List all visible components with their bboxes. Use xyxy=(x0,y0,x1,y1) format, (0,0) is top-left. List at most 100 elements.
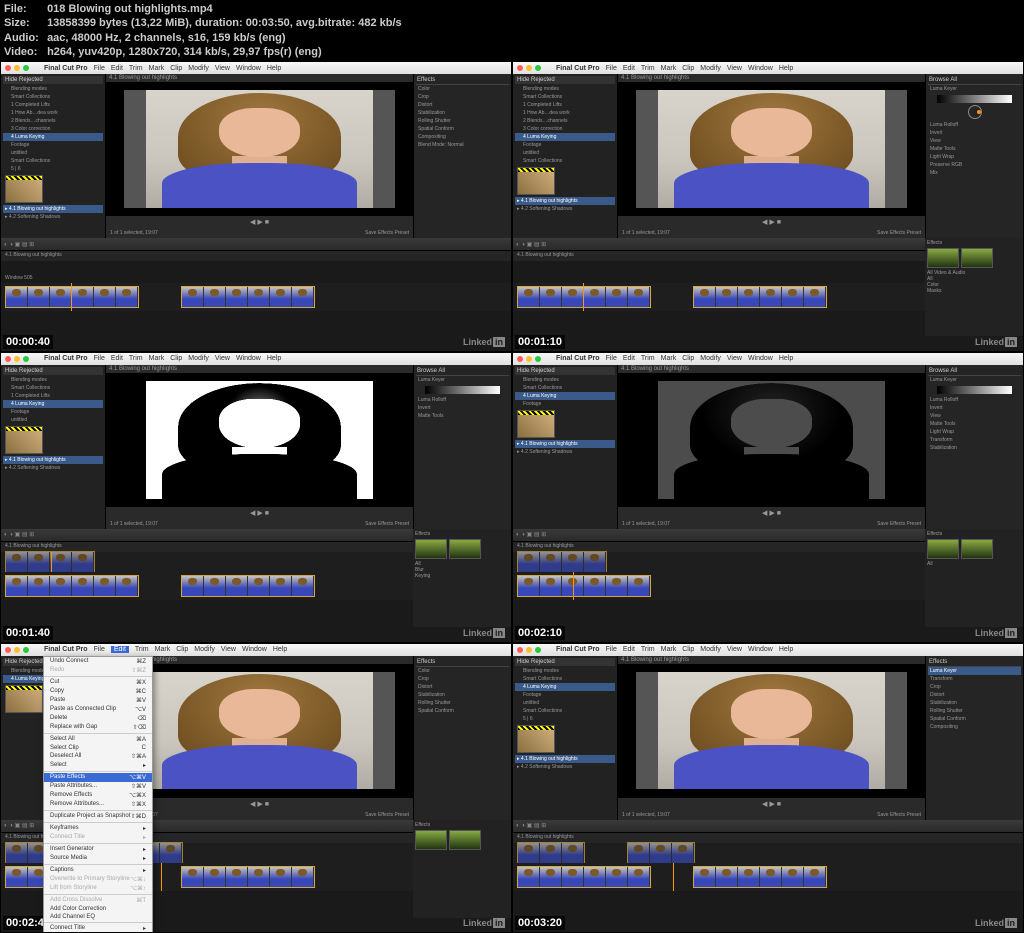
menu-item: Redo⇧⌘Z xyxy=(44,666,152,675)
menu-item[interactable]: Select All⌘A xyxy=(44,735,152,744)
menu-item[interactable]: Captions▸ xyxy=(44,866,152,875)
sidebar-item[interactable]: 1 How Ab…dea work xyxy=(3,109,103,117)
sidebar-item[interactable]: 1 Completed Lifts xyxy=(3,101,103,109)
sidebar-item[interactable]: Blending modes xyxy=(3,85,103,93)
sidebar-item-selected[interactable]: 4 Luma Keying xyxy=(3,133,103,141)
menu-mark[interactable]: Mark xyxy=(149,65,165,72)
frame-6: Final Cut Pro FileEditTrimMarkClipModify… xyxy=(512,643,1024,933)
menu-file[interactable]: File xyxy=(94,65,105,72)
menu-item[interactable]: Insert Generator▸ xyxy=(44,845,152,854)
playhead[interactable] xyxy=(573,572,574,600)
effect-thumb[interactable] xyxy=(961,248,993,268)
viewer-controls[interactable]: ◀ ▶ ■ xyxy=(106,216,413,228)
menu-item: Overwrite to Primary Storyline⌥⌘↓ xyxy=(44,875,152,884)
effects-browser: Effects All Video & Audio All Color Mask… xyxy=(925,238,1023,336)
menu-item[interactable]: Remove Attributes...⇧⌘X xyxy=(44,800,152,809)
timestamp: 00:01:10 xyxy=(515,335,565,349)
video-frame-keyed xyxy=(124,381,394,499)
menu-item[interactable]: Paste as Connected Clip⌥V xyxy=(44,705,152,714)
luma-gradient[interactable] xyxy=(425,386,499,394)
menu-item[interactable]: Duplicate Project as Snapshot⇧⌘D xyxy=(44,812,152,821)
viewer-canvas[interactable] xyxy=(106,82,413,216)
menu-item[interactable]: Replace with Gap⇧⌫ xyxy=(44,723,152,732)
inspector: Browse All Luma Keyer Luma Rolloff Inver… xyxy=(925,74,1023,238)
menu-item[interactable]: Add Color Correction xyxy=(44,905,152,913)
effect-thumb[interactable] xyxy=(927,248,959,268)
inspector-item[interactable]: Crop xyxy=(416,93,509,101)
viewer-title: 4.1 Blowing out highlights xyxy=(109,75,177,81)
playhead[interactable] xyxy=(673,863,674,891)
menu-edit-open[interactable]: Edit xyxy=(111,646,129,653)
menu-clip[interactable]: Clip xyxy=(170,65,182,72)
inspector-header: Effects xyxy=(416,76,509,85)
track-label: Window 505 xyxy=(5,275,33,281)
save-preset-button[interactable]: Save Effects Preset xyxy=(365,230,409,236)
viewer: 4.1 Blowing out highlights ◀ ▶ ■ 1 of 1 … xyxy=(618,74,925,238)
menu-help[interactable]: Help xyxy=(267,65,281,72)
clip-strip[interactable] xyxy=(181,286,315,308)
frame-4: Final Cut Pro FileEditTrimMarkClipModify… xyxy=(512,352,1024,643)
clip-row[interactable]: ▸ 4.1 Blowing out highlights xyxy=(3,205,103,213)
playhead[interactable] xyxy=(161,863,162,891)
menu-item[interactable]: Paste Effects⌥⌘V xyxy=(44,773,152,782)
playhead[interactable] xyxy=(583,283,584,311)
timeline[interactable]: 4.1 Blowing out highlights Window 505 xyxy=(1,250,511,350)
menu-item[interactable]: Paste Attributes...⇧⌘V xyxy=(44,782,152,791)
menu-item[interactable]: Paste⌘V xyxy=(44,696,152,705)
menu-item[interactable]: Copy⌘C xyxy=(44,687,152,696)
menu-item[interactable]: Add Channel EQ xyxy=(44,913,152,921)
sidebar-item[interactable]: Smart Collections xyxy=(3,93,103,101)
luma-keyer-label[interactable]: Luma Keyer xyxy=(928,85,1021,93)
menu-item[interactable]: Remove Effects⌥⌘X xyxy=(44,791,152,800)
sidebar-item[interactable]: Smart Collections xyxy=(3,157,103,165)
menu-item[interactable]: Source Media▸ xyxy=(44,854,152,863)
video-frame-matte xyxy=(636,381,906,499)
timeline-header: 4.1 Blowing out highlights xyxy=(1,251,511,261)
clip-thumbnail[interactable] xyxy=(5,175,43,203)
inspector-item[interactable]: Color xyxy=(416,85,509,93)
playhead[interactable] xyxy=(51,552,52,572)
inspector-item[interactable]: Spatial Conform xyxy=(416,125,509,133)
menu-item[interactable]: Select▸ xyxy=(44,761,152,770)
playhead[interactable] xyxy=(71,283,72,311)
menu-item: Lift from Storyline⌥⌘↑ xyxy=(44,884,152,893)
menu-item[interactable]: Deselect All⇧⌘A xyxy=(44,752,152,761)
menu-window[interactable]: Window xyxy=(236,65,261,72)
app-name: Final Cut Pro xyxy=(556,65,600,72)
menu-modify[interactable]: Modify xyxy=(188,65,209,72)
luma-gradient[interactable] xyxy=(937,95,1011,103)
menu-view[interactable]: View xyxy=(215,65,230,72)
luma-keyer-selected[interactable]: Luma Keyer xyxy=(928,667,1021,675)
thumbnail-grid: Final Cut Pro File Edit Trim Mark Clip M… xyxy=(0,61,1024,933)
inspector-item[interactable]: Distort xyxy=(416,101,509,109)
inspector-item[interactable]: Stabilization xyxy=(416,109,509,117)
clip-strip[interactable] xyxy=(5,286,139,308)
menu-item[interactable]: Select ClipC xyxy=(44,744,152,752)
sidebar-item[interactable]: 5 | 6 xyxy=(3,165,103,173)
sidebar-item[interactable]: 3 Color correction xyxy=(3,125,103,133)
timestamp: 00:03:20 xyxy=(515,916,565,930)
inspector-item[interactable]: Compositing xyxy=(416,133,509,141)
timestamp: 00:00:40 xyxy=(3,335,53,349)
effects-header: Effects xyxy=(927,240,1021,246)
menu-item[interactable]: Undo Connect⌘Z xyxy=(44,657,152,666)
timeline-toolbar[interactable]: ◐ ◑ ▣ ▤ ⊞ xyxy=(1,238,511,250)
color-wheel-icon[interactable] xyxy=(968,105,982,119)
app-name: Final Cut Pro xyxy=(44,65,88,72)
sidebar-item[interactable]: Footage xyxy=(3,141,103,149)
sidebar-header: Hide Rejected xyxy=(3,76,103,84)
sidebar-item[interactable]: 2 Blends…channels xyxy=(3,117,103,125)
inspector-item[interactable]: Rolling Shutter xyxy=(416,117,509,125)
menu-item[interactable]: Connect Title▸ xyxy=(44,924,152,933)
frame-5: Final Cut Pro File Edit TrimMarkClipModi… xyxy=(0,643,512,933)
menu-item: Add Cross Dissolve⌘T xyxy=(44,896,152,905)
clip-row[interactable]: ▸ 4.2 Softening Shadows xyxy=(3,213,103,221)
menu-trim[interactable]: Trim xyxy=(129,65,143,72)
menu-item[interactable]: Delete⌫ xyxy=(44,714,152,723)
menu-item: Connect Title▸ xyxy=(44,833,152,842)
menu-item[interactable]: Cut⌘X xyxy=(44,678,152,687)
menu-edit[interactable]: Edit xyxy=(111,65,123,72)
menu-item[interactable]: Keyframes▸ xyxy=(44,824,152,833)
browser-sidebar: Hide Rejected Blending modes Smart Colle… xyxy=(513,74,618,238)
sidebar-item[interactable]: untitled xyxy=(3,149,103,157)
